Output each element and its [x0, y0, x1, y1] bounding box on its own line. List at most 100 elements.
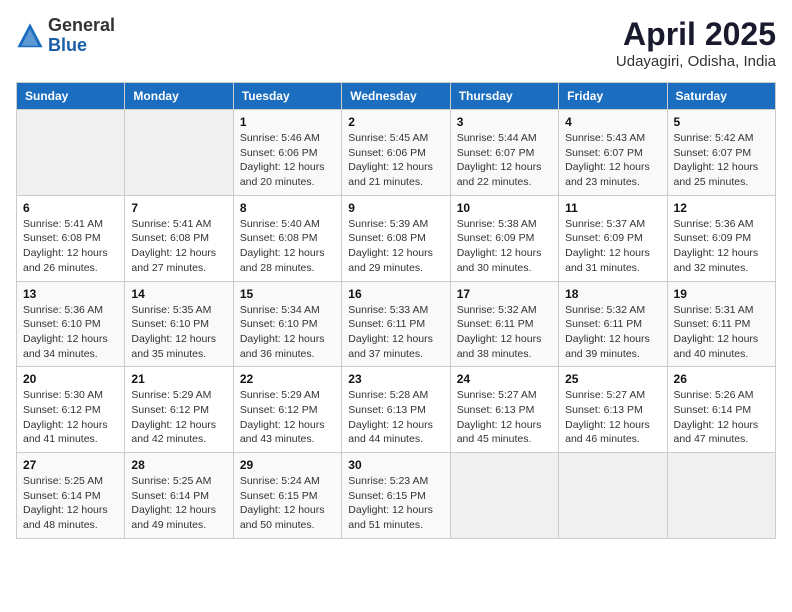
day-info: Sunrise: 5:41 AMSunset: 6:08 PMDaylight:…	[23, 217, 118, 276]
day-info: Sunrise: 5:23 AMSunset: 6:15 PMDaylight:…	[348, 474, 443, 533]
calendar-day-cell: 30 Sunrise: 5:23 AMSunset: 6:15 PMDaylig…	[342, 453, 450, 539]
day-info: Sunrise: 5:45 AMSunset: 6:06 PMDaylight:…	[348, 131, 443, 190]
day-number: 16	[348, 287, 443, 301]
day-number: 10	[457, 201, 552, 215]
day-info: Sunrise: 5:26 AMSunset: 6:14 PMDaylight:…	[674, 388, 769, 447]
day-info: Sunrise: 5:27 AMSunset: 6:13 PMDaylight:…	[565, 388, 660, 447]
day-info: Sunrise: 5:32 AMSunset: 6:11 PMDaylight:…	[457, 303, 552, 362]
day-info: Sunrise: 5:31 AMSunset: 6:11 PMDaylight:…	[674, 303, 769, 362]
day-number: 8	[240, 201, 335, 215]
day-info: Sunrise: 5:27 AMSunset: 6:13 PMDaylight:…	[457, 388, 552, 447]
day-number: 19	[674, 287, 769, 301]
calendar-week-row: 27 Sunrise: 5:25 AMSunset: 6:14 PMDaylig…	[17, 453, 776, 539]
calendar-day-cell	[559, 453, 667, 539]
calendar-day-cell	[17, 110, 125, 196]
calendar-day-cell	[125, 110, 233, 196]
day-of-week-header: Friday	[559, 83, 667, 110]
day-number: 20	[23, 372, 118, 386]
day-info: Sunrise: 5:36 AMSunset: 6:09 PMDaylight:…	[674, 217, 769, 276]
day-info: Sunrise: 5:42 AMSunset: 6:07 PMDaylight:…	[674, 131, 769, 190]
page-header: General Blue April 2025 Udayagiri, Odish…	[16, 16, 776, 70]
calendar-day-cell: 18 Sunrise: 5:32 AMSunset: 6:11 PMDaylig…	[559, 281, 667, 367]
title-block: April 2025 Udayagiri, Odisha, India	[616, 16, 776, 70]
day-number: 12	[674, 201, 769, 215]
calendar-day-cell: 12 Sunrise: 5:36 AMSunset: 6:09 PMDaylig…	[667, 195, 775, 281]
calendar-day-cell: 2 Sunrise: 5:45 AMSunset: 6:06 PMDayligh…	[342, 110, 450, 196]
day-number: 28	[131, 458, 226, 472]
day-number: 6	[23, 201, 118, 215]
calendar-day-cell	[667, 453, 775, 539]
day-of-week-header: Thursday	[450, 83, 558, 110]
day-info: Sunrise: 5:41 AMSunset: 6:08 PMDaylight:…	[131, 217, 226, 276]
logo-icon	[16, 22, 44, 50]
calendar-table: SundayMondayTuesdayWednesdayThursdayFrid…	[16, 82, 776, 539]
day-info: Sunrise: 5:34 AMSunset: 6:10 PMDaylight:…	[240, 303, 335, 362]
calendar-week-row: 20 Sunrise: 5:30 AMSunset: 6:12 PMDaylig…	[17, 367, 776, 453]
day-number: 4	[565, 115, 660, 129]
day-number: 2	[348, 115, 443, 129]
calendar-day-cell: 14 Sunrise: 5:35 AMSunset: 6:10 PMDaylig…	[125, 281, 233, 367]
logo: General Blue	[16, 16, 115, 56]
calendar-day-cell: 19 Sunrise: 5:31 AMSunset: 6:11 PMDaylig…	[667, 281, 775, 367]
day-number: 7	[131, 201, 226, 215]
logo-general: General	[48, 16, 115, 36]
day-info: Sunrise: 5:25 AMSunset: 6:14 PMDaylight:…	[23, 474, 118, 533]
calendar-header-row: SundayMondayTuesdayWednesdayThursdayFrid…	[17, 83, 776, 110]
calendar-day-cell	[450, 453, 558, 539]
day-info: Sunrise: 5:44 AMSunset: 6:07 PMDaylight:…	[457, 131, 552, 190]
day-number: 14	[131, 287, 226, 301]
day-of-week-header: Saturday	[667, 83, 775, 110]
day-number: 24	[457, 372, 552, 386]
day-info: Sunrise: 5:39 AMSunset: 6:08 PMDaylight:…	[348, 217, 443, 276]
calendar-day-cell: 4 Sunrise: 5:43 AMSunset: 6:07 PMDayligh…	[559, 110, 667, 196]
day-info: Sunrise: 5:32 AMSunset: 6:11 PMDaylight:…	[565, 303, 660, 362]
calendar-day-cell: 8 Sunrise: 5:40 AMSunset: 6:08 PMDayligh…	[233, 195, 341, 281]
day-info: Sunrise: 5:40 AMSunset: 6:08 PMDaylight:…	[240, 217, 335, 276]
day-of-week-header: Wednesday	[342, 83, 450, 110]
day-info: Sunrise: 5:29 AMSunset: 6:12 PMDaylight:…	[131, 388, 226, 447]
day-of-week-header: Monday	[125, 83, 233, 110]
calendar-week-row: 6 Sunrise: 5:41 AMSunset: 6:08 PMDayligh…	[17, 195, 776, 281]
day-number: 13	[23, 287, 118, 301]
calendar-day-cell: 6 Sunrise: 5:41 AMSunset: 6:08 PMDayligh…	[17, 195, 125, 281]
day-info: Sunrise: 5:36 AMSunset: 6:10 PMDaylight:…	[23, 303, 118, 362]
day-number: 21	[131, 372, 226, 386]
calendar-day-cell: 9 Sunrise: 5:39 AMSunset: 6:08 PMDayligh…	[342, 195, 450, 281]
day-number: 22	[240, 372, 335, 386]
month-year: April 2025	[616, 16, 776, 53]
day-of-week-header: Sunday	[17, 83, 125, 110]
calendar-day-cell: 24 Sunrise: 5:27 AMSunset: 6:13 PMDaylig…	[450, 367, 558, 453]
location: Udayagiri, Odisha, India	[616, 53, 776, 70]
day-info: Sunrise: 5:30 AMSunset: 6:12 PMDaylight:…	[23, 388, 118, 447]
day-number: 9	[348, 201, 443, 215]
day-number: 23	[348, 372, 443, 386]
day-number: 3	[457, 115, 552, 129]
calendar-day-cell: 26 Sunrise: 5:26 AMSunset: 6:14 PMDaylig…	[667, 367, 775, 453]
calendar-day-cell: 15 Sunrise: 5:34 AMSunset: 6:10 PMDaylig…	[233, 281, 341, 367]
calendar-day-cell: 13 Sunrise: 5:36 AMSunset: 6:10 PMDaylig…	[17, 281, 125, 367]
calendar-day-cell: 3 Sunrise: 5:44 AMSunset: 6:07 PMDayligh…	[450, 110, 558, 196]
day-info: Sunrise: 5:25 AMSunset: 6:14 PMDaylight:…	[131, 474, 226, 533]
day-info: Sunrise: 5:38 AMSunset: 6:09 PMDaylight:…	[457, 217, 552, 276]
calendar-week-row: 1 Sunrise: 5:46 AMSunset: 6:06 PMDayligh…	[17, 110, 776, 196]
day-number: 25	[565, 372, 660, 386]
day-info: Sunrise: 5:46 AMSunset: 6:06 PMDaylight:…	[240, 131, 335, 190]
calendar-day-cell: 7 Sunrise: 5:41 AMSunset: 6:08 PMDayligh…	[125, 195, 233, 281]
calendar-day-cell: 25 Sunrise: 5:27 AMSunset: 6:13 PMDaylig…	[559, 367, 667, 453]
day-number: 11	[565, 201, 660, 215]
day-info: Sunrise: 5:24 AMSunset: 6:15 PMDaylight:…	[240, 474, 335, 533]
day-number: 5	[674, 115, 769, 129]
calendar-day-cell: 22 Sunrise: 5:29 AMSunset: 6:12 PMDaylig…	[233, 367, 341, 453]
calendar-day-cell: 16 Sunrise: 5:33 AMSunset: 6:11 PMDaylig…	[342, 281, 450, 367]
day-number: 18	[565, 287, 660, 301]
day-info: Sunrise: 5:28 AMSunset: 6:13 PMDaylight:…	[348, 388, 443, 447]
day-info: Sunrise: 5:35 AMSunset: 6:10 PMDaylight:…	[131, 303, 226, 362]
day-of-week-header: Tuesday	[233, 83, 341, 110]
calendar-week-row: 13 Sunrise: 5:36 AMSunset: 6:10 PMDaylig…	[17, 281, 776, 367]
logo-blue: Blue	[48, 36, 115, 56]
day-number: 26	[674, 372, 769, 386]
day-info: Sunrise: 5:29 AMSunset: 6:12 PMDaylight:…	[240, 388, 335, 447]
calendar-day-cell: 11 Sunrise: 5:37 AMSunset: 6:09 PMDaylig…	[559, 195, 667, 281]
calendar-day-cell: 27 Sunrise: 5:25 AMSunset: 6:14 PMDaylig…	[17, 453, 125, 539]
day-number: 27	[23, 458, 118, 472]
